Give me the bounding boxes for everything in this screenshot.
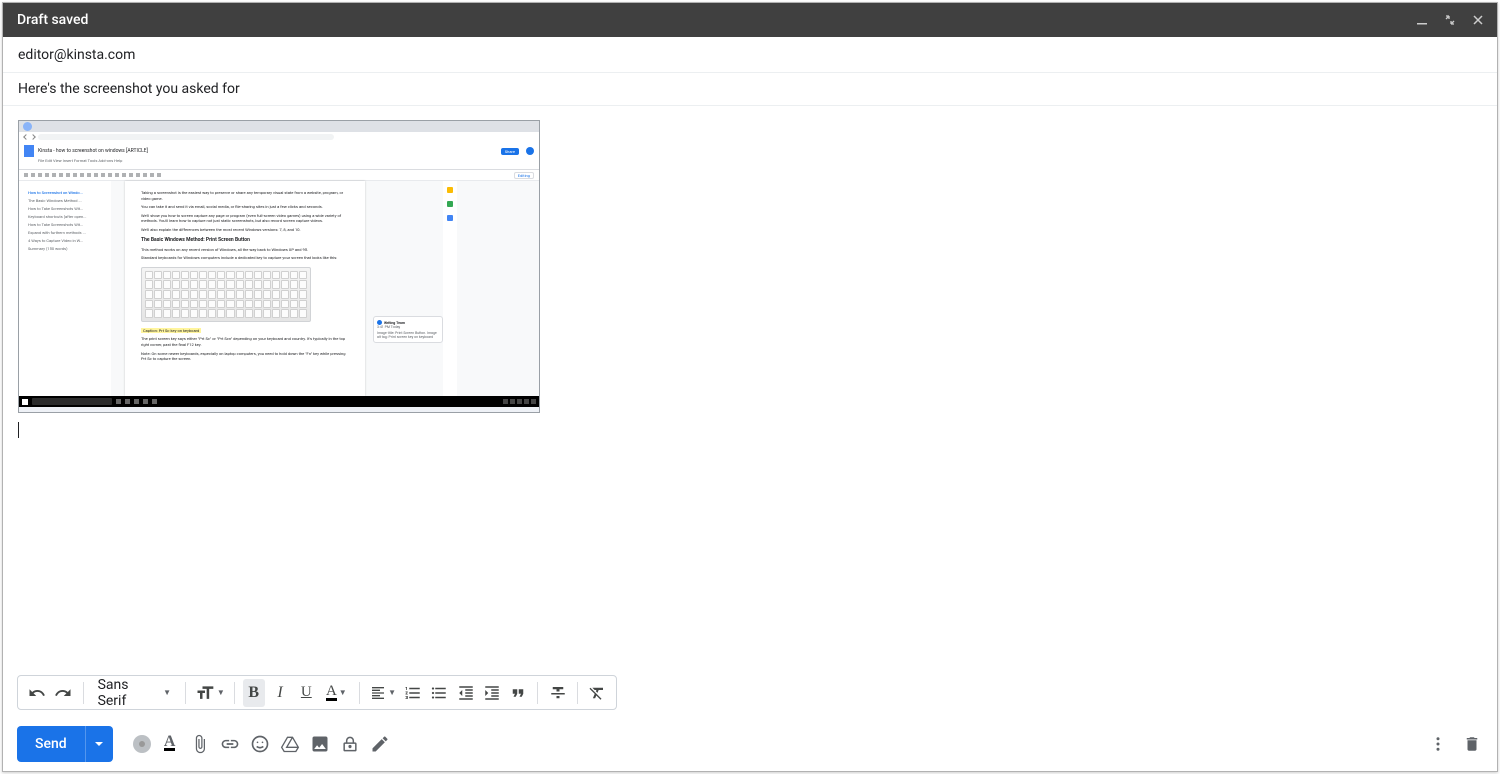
bulleted-list-button[interactable]	[428, 679, 450, 707]
underline-button[interactable]: U	[295, 679, 317, 707]
strikethrough-button[interactable]	[546, 679, 568, 707]
more-options-button[interactable]	[1427, 733, 1449, 755]
share-button: Share	[501, 148, 519, 155]
google-docs-icon	[24, 145, 34, 157]
doc-comment: Writing Team 3:41 PM Today Image title: …	[373, 316, 443, 343]
confidential-mode-button[interactable]	[339, 733, 361, 755]
insert-photo-button[interactable]	[309, 733, 331, 755]
bold-button[interactable]: B	[243, 679, 265, 707]
chevron-down-icon: ▼	[388, 688, 396, 697]
insert-drive-button[interactable]	[279, 733, 301, 755]
doc-page: Taking a screenshot is the easiest way t…	[125, 181, 365, 396]
docs-toolbar: Editing	[19, 170, 539, 181]
italic-button[interactable]: I	[269, 679, 291, 707]
recipient-chip[interactable]: editor@kinsta.com	[18, 47, 135, 63]
indent-decrease-button[interactable]	[455, 679, 477, 707]
doc-title: Kinsta - how to screenshot on windows [A…	[38, 148, 148, 154]
subject-text: Here's the screenshot you asked for	[18, 81, 240, 97]
windows-start-icon	[22, 399, 28, 405]
font-size-button[interactable]: ▼	[194, 679, 226, 707]
doc-content: How to Screenshot on Windo... The Basic …	[19, 181, 539, 396]
docs-header: Kinsta - how to screenshot on windows [A…	[19, 142, 539, 170]
indent-increase-button[interactable]	[481, 679, 503, 707]
redo-button[interactable]	[52, 679, 74, 707]
browser-url-bar	[19, 132, 539, 142]
docs-menu: File Edit View Insert Format Tools Add-o…	[38, 158, 534, 163]
font-family-select[interactable]: Sans Serif ▼	[92, 677, 177, 709]
formatting-options-button[interactable]: A	[159, 733, 181, 755]
exit-fullscreen-button[interactable]	[1441, 11, 1459, 29]
minimize-button[interactable]	[1413, 11, 1431, 29]
user-avatar	[526, 147, 534, 155]
send-options-button[interactable]	[85, 726, 113, 762]
chevron-down-icon: ▼	[163, 688, 171, 697]
insert-emoji-button[interactable]	[249, 733, 271, 755]
doc-outline: How to Screenshot on Windo... The Basic …	[19, 181, 111, 396]
compose-window: Draft saved editor@kinsta.com Here's the…	[2, 2, 1498, 772]
attach-file-button[interactable]	[189, 733, 211, 755]
chevron-down-icon: ▼	[217, 688, 225, 697]
taskbar-search	[32, 398, 112, 405]
close-button[interactable]	[1469, 11, 1487, 29]
format-toolbar: Sans Serif ▼ ▼ B I U A ▼ ▼	[17, 675, 617, 710]
attached-screenshot[interactable]: Kinsta - how to screenshot on windows [A…	[18, 120, 540, 413]
windows-taskbar	[19, 396, 539, 407]
insert-signature-button[interactable]	[369, 733, 391, 755]
insert-link-button[interactable]	[219, 733, 241, 755]
browser-tabs	[19, 121, 539, 132]
undo-button[interactable]	[26, 679, 48, 707]
send-button[interactable]: Send	[17, 726, 85, 762]
title-bar: Draft saved	[3, 3, 1497, 37]
align-button[interactable]: ▼	[368, 679, 398, 707]
send-button-group: Send	[17, 726, 113, 762]
extension-icon[interactable]	[133, 735, 151, 753]
chevron-down-icon: ▼	[339, 688, 347, 697]
docs-side-panel	[443, 181, 457, 396]
numbered-list-button[interactable]	[402, 679, 424, 707]
text-color-button[interactable]: A ▼	[321, 679, 351, 707]
remove-formatting-button[interactable]	[586, 679, 608, 707]
email-body[interactable]: Kinsta - how to screenshot on windows [A…	[3, 106, 1497, 675]
text-cursor	[18, 422, 19, 438]
bottom-action-bar: Send A	[3, 716, 1497, 771]
subject-row[interactable]: Here's the screenshot you asked for	[3, 73, 1497, 106]
window-title: Draft saved	[17, 12, 88, 28]
text-format-icon: A	[164, 736, 176, 751]
keyboard-image	[141, 267, 311, 322]
editing-mode: Editing	[514, 172, 534, 179]
recipients-row[interactable]: editor@kinsta.com	[3, 37, 1497, 73]
discard-draft-button[interactable]	[1461, 733, 1483, 755]
quote-button[interactable]	[507, 679, 529, 707]
